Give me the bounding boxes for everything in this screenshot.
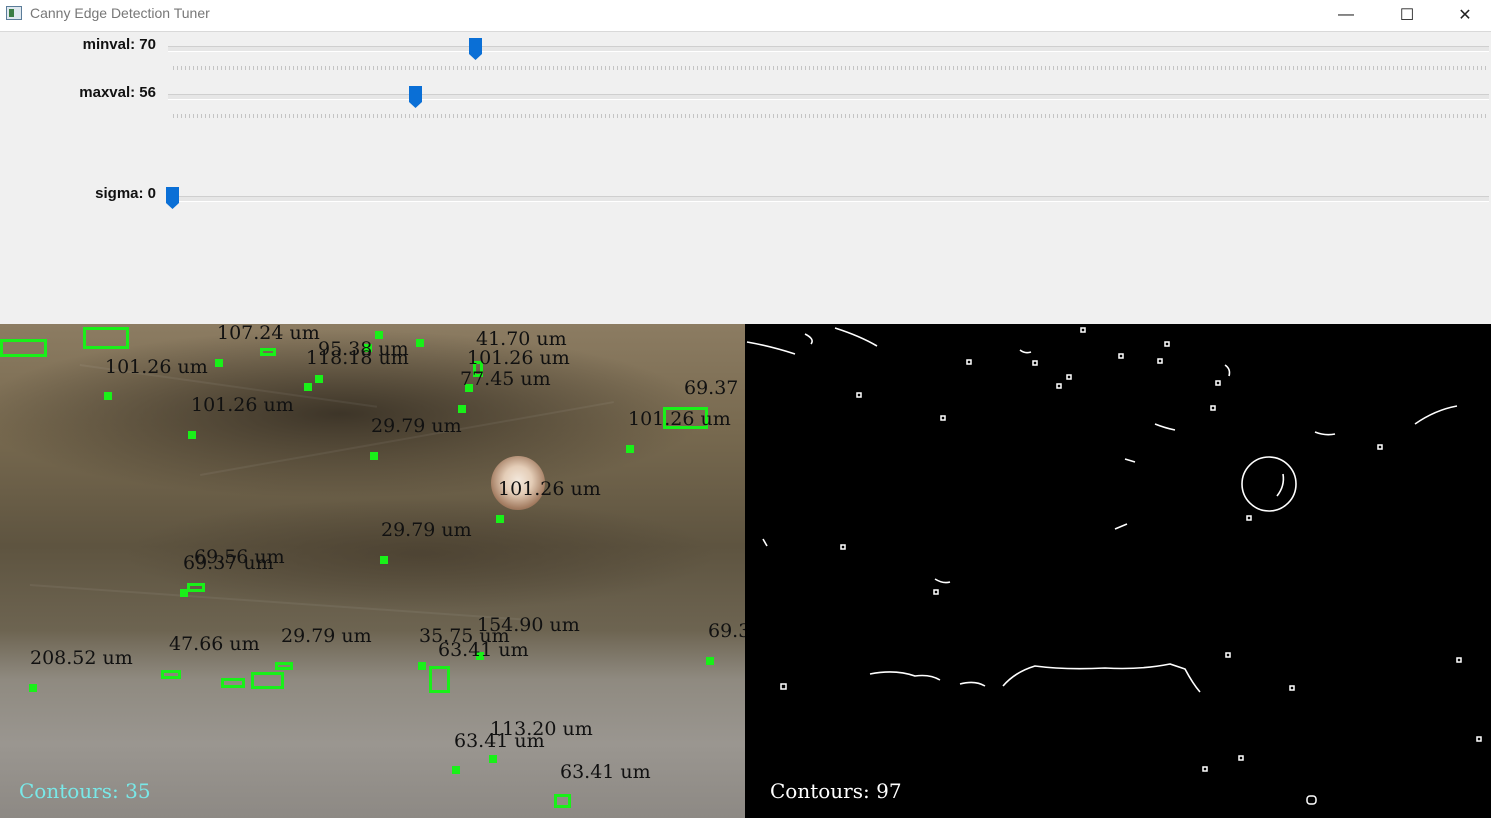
maxval-label: maxval: 56	[79, 84, 156, 101]
contour-dot	[215, 359, 223, 367]
maxval-track[interactable]	[168, 94, 1489, 100]
window-title: Canny Edge Detection Tuner	[30, 5, 210, 21]
contour-dot	[304, 383, 312, 391]
edge-map-view: Contours: 97	[745, 324, 1491, 818]
contour-dot	[626, 445, 634, 453]
contour-dot	[418, 662, 426, 670]
contour-dot	[380, 556, 388, 564]
measurement-label: 101.26 um	[498, 478, 601, 500]
trackbar-panel: minval: 70 maxval: 56 sigma: 0	[0, 32, 1491, 324]
measurement-label: 101.26 um	[105, 356, 208, 378]
measurement-label: 154.90 um	[477, 614, 580, 636]
measurement-label: 101.26 um	[191, 394, 294, 416]
measurement-label: 118.18 um	[306, 347, 409, 369]
contour-count-left: Contours: 35	[19, 779, 151, 803]
sigma-track[interactable]	[168, 196, 1489, 202]
contour-dot	[370, 452, 378, 460]
minval-track[interactable]	[168, 46, 1489, 52]
measurement-label: 69.3	[708, 620, 745, 642]
contour-box	[260, 348, 276, 356]
measurement-label: 29.79 um	[281, 625, 372, 647]
contour-dot	[315, 375, 323, 383]
measurement-label: 101.26 um	[628, 408, 731, 430]
minval-slider-thumb[interactable]	[469, 38, 482, 60]
canny-edges: Contours: 97	[746, 327, 1482, 805]
sigma-slider-thumb[interactable]	[166, 187, 179, 209]
contour-dot	[452, 766, 460, 774]
contour-count-right: Contours: 97	[770, 779, 902, 803]
minval-ticks	[173, 66, 1489, 70]
maxval-slider-thumb[interactable]	[409, 86, 422, 108]
contour-dot	[496, 515, 504, 523]
measurement-label: 29.79 um	[381, 519, 472, 541]
maximize-button[interactable]: ☐	[1378, 0, 1436, 30]
sigma-label: sigma: 0	[95, 185, 156, 202]
title-bar: Canny Edge Detection Tuner — ☐ ✕	[0, 0, 1491, 32]
contour-dot	[458, 405, 466, 413]
contour-dot	[188, 431, 196, 439]
contour-box	[554, 794, 571, 808]
contour-dot	[416, 339, 424, 347]
measurement-label: 69.37 um	[183, 552, 274, 574]
contour-dot	[104, 392, 112, 400]
contour-box	[0, 339, 47, 357]
contour-box	[275, 662, 293, 670]
contour-box	[161, 670, 181, 679]
measurement-label: 63.41 um	[560, 761, 651, 783]
app-icon	[6, 6, 22, 20]
measurement-label: 107.24 um	[217, 324, 320, 344]
measurement-label: 69.37	[684, 377, 739, 399]
measurement-label: 77.45 um	[460, 368, 551, 390]
contour-box	[251, 672, 284, 689]
contour-box	[429, 666, 450, 693]
measurement-label: 101.26 um	[467, 347, 570, 369]
measurement-label: 29.79 um	[371, 415, 462, 437]
close-button[interactable]: ✕	[1436, 0, 1491, 30]
contour-dot	[489, 755, 497, 763]
contour-box	[221, 678, 245, 688]
contour-dot	[180, 589, 188, 597]
measurement-label: 208.52 um	[30, 647, 133, 669]
contour-box	[83, 327, 129, 349]
minval-label: minval: 70	[82, 36, 156, 53]
measurement-label: 47.66 um	[169, 633, 260, 655]
contour-dot	[706, 657, 714, 665]
image-views: 107.24 um 95.38 um 41.70 um 101.26 um 11…	[0, 324, 1491, 818]
contour-box	[187, 583, 205, 592]
contour-dot	[29, 684, 37, 692]
texture-streak	[29, 584, 529, 621]
measurement-label: 63.41 um	[454, 730, 545, 752]
annotated-image-view: 107.24 um 95.38 um 41.70 um 101.26 um 11…	[0, 324, 745, 818]
measurement-label: 63.41 um	[438, 639, 529, 661]
maxval-ticks	[173, 114, 1489, 118]
minimize-button[interactable]: —	[1317, 0, 1375, 30]
